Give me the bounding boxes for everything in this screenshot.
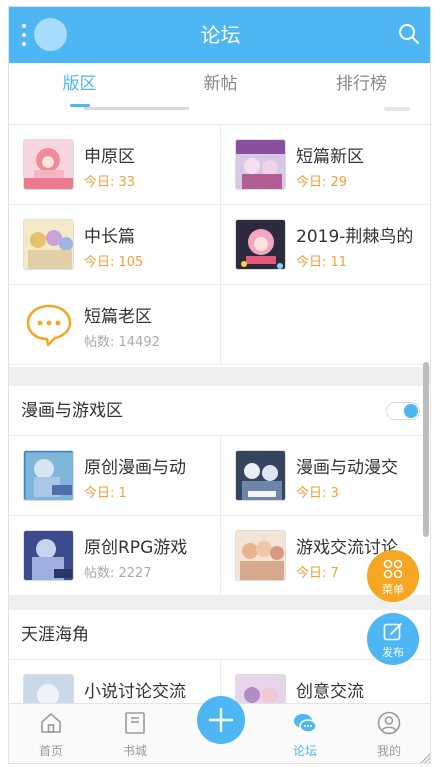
section-header-partial bbox=[9, 107, 430, 125]
nav-home[interactable]: 首页 bbox=[9, 704, 93, 763]
home-icon bbox=[41, 713, 61, 733]
nav-label: 首页 bbox=[38, 744, 63, 758]
plus-icon bbox=[208, 707, 234, 733]
board-item[interactable]: 2019-荆棘鸟的 今日: 11 bbox=[220, 205, 430, 285]
post-button[interactable]: 发布 bbox=[367, 613, 419, 665]
board-name: 小说讨论交流 bbox=[84, 682, 186, 702]
board-item[interactable]: 原创RPG游戏 帖数: 2227 bbox=[9, 516, 220, 596]
post-button-label: 发布 bbox=[382, 646, 404, 659]
board-thumbnail bbox=[23, 674, 74, 703]
board-stat: 今日: 3 bbox=[296, 486, 339, 501]
nav-label: 书城 bbox=[122, 744, 147, 758]
board-stat: 今日: 1 bbox=[84, 486, 127, 501]
board-thumbnail bbox=[23, 139, 74, 190]
section-toggle[interactable] bbox=[386, 402, 420, 420]
board-item[interactable]: 小说讨论交流 bbox=[9, 660, 220, 703]
search-icon[interactable] bbox=[398, 23, 420, 45]
tab-label: 新帖 bbox=[203, 74, 238, 94]
board-thumbnail bbox=[235, 530, 286, 581]
empty-cell bbox=[220, 285, 430, 365]
board-stat: 今日: 29 bbox=[296, 175, 348, 190]
section-title: 漫画与游戏区 bbox=[21, 401, 123, 421]
board-stat: 今日: 7 bbox=[296, 566, 339, 581]
resize-grip-icon[interactable] bbox=[418, 751, 431, 764]
nav-bookstore[interactable]: 书城 bbox=[93, 704, 177, 763]
app-frame: 论坛 版区 新帖 排行榜 申原区 今日: 33 短篇新区 今日: 29 中长篇 … bbox=[8, 6, 431, 764]
edit-icon bbox=[383, 623, 402, 641]
user-profile-icon bbox=[377, 711, 401, 735]
board-item[interactable]: 创意交流 bbox=[220, 660, 430, 703]
board-item[interactable]: 中长篇 今日: 105 bbox=[9, 205, 220, 285]
forum-chat-icon bbox=[294, 714, 317, 733]
scrollbar[interactable] bbox=[423, 362, 429, 537]
menu-button[interactable]: 菜单 bbox=[367, 550, 419, 602]
tab-boards[interactable]: 版区 bbox=[9, 63, 150, 107]
board-name: 短篇新区 bbox=[296, 147, 364, 167]
top-app-bar: 论坛 bbox=[9, 7, 430, 63]
board-stat: 帖数: 2227 bbox=[84, 566, 152, 581]
board-stat: 帖数: 14492 bbox=[84, 335, 160, 350]
board-grid: 申原区 今日: 33 短篇新区 今日: 29 中长篇 今日: 105 2019-… bbox=[9, 125, 430, 367]
tab-label: 排行榜 bbox=[336, 74, 387, 94]
board-thumbnail bbox=[23, 450, 74, 501]
grid-menu-icon bbox=[383, 559, 403, 579]
menu-button-label: 菜单 bbox=[382, 583, 404, 596]
board-name: 漫画与动漫交 bbox=[296, 458, 398, 478]
chat-bubble-icon bbox=[26, 304, 72, 347]
board-name: 申原区 bbox=[84, 147, 135, 167]
board-item[interactable]: 短篇新区 今日: 29 bbox=[220, 125, 430, 205]
board-item[interactable]: 申原区 今日: 33 bbox=[9, 125, 220, 205]
bottom-nav: 首页 书城 论坛 我的 bbox=[9, 696, 431, 764]
tab-new-posts[interactable]: 新帖 bbox=[150, 63, 291, 107]
board-name: 2019-荆棘鸟的 bbox=[296, 227, 414, 247]
board-thumbnail bbox=[23, 530, 74, 581]
board-name: 短篇老区 bbox=[84, 307, 152, 327]
board-item[interactable]: 原创漫画与动 今日: 1 bbox=[9, 436, 220, 516]
board-name: 创意交流 bbox=[296, 682, 364, 702]
board-thumbnail bbox=[23, 219, 74, 270]
tab-label: 版区 bbox=[62, 74, 97, 94]
board-stat: 今日: 33 bbox=[84, 175, 136, 190]
board-thumbnail bbox=[235, 139, 286, 190]
board-name: 原创RPG游戏 bbox=[84, 538, 188, 558]
section-header: 漫画与游戏区 bbox=[9, 386, 430, 436]
forum-tabs: 版区 新帖 排行榜 bbox=[9, 63, 430, 107]
board-stat: 今日: 11 bbox=[296, 255, 348, 270]
board-item[interactable]: 短篇老区 帖数: 14492 bbox=[9, 285, 220, 365]
board-item[interactable]: 漫画与动漫交 今日: 3 bbox=[220, 436, 430, 516]
nav-label: 论坛 bbox=[292, 744, 317, 758]
board-name: 中长篇 bbox=[84, 227, 135, 247]
nav-forum[interactable]: 论坛 bbox=[263, 704, 347, 763]
book-icon bbox=[125, 712, 145, 734]
board-thumbnail bbox=[235, 219, 286, 270]
board-thumbnail bbox=[235, 450, 286, 501]
section-title: 天涯海角 bbox=[21, 625, 89, 645]
board-stat: 今日: 105 bbox=[84, 255, 144, 270]
board-name: 原创漫画与动 bbox=[84, 458, 186, 478]
nav-add-button[interactable] bbox=[197, 696, 245, 744]
board-list[interactable]: 申原区 今日: 33 短篇新区 今日: 29 中长篇 今日: 105 2019-… bbox=[9, 107, 430, 703]
page-title: 论坛 bbox=[200, 23, 241, 47]
tab-ranking[interactable]: 排行榜 bbox=[291, 63, 430, 107]
